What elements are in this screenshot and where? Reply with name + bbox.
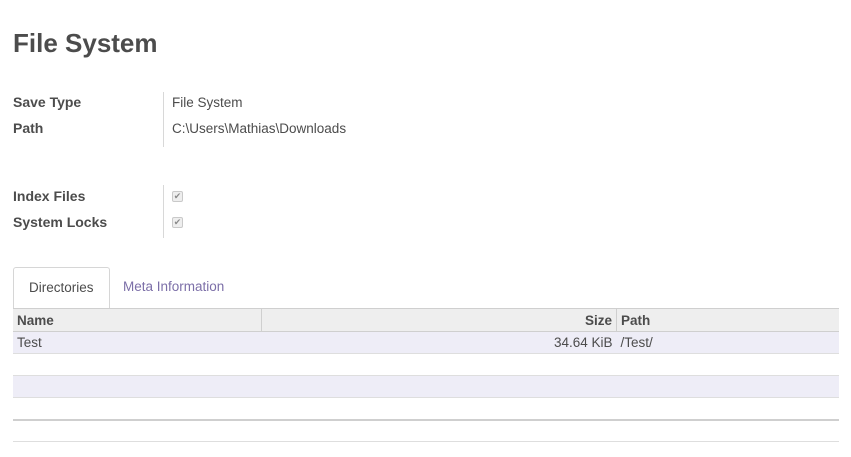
- directories-table: Name Size Path Test 34.64 KiB /Test/: [13, 308, 839, 442]
- path-label: Path: [13, 120, 44, 136]
- check-icon: ✔: [173, 216, 182, 227]
- field-index-files: Index Files ✔: [13, 183, 183, 209]
- notebook-tabs: Directories Meta Information: [13, 267, 839, 309]
- cell-path: /Test/: [616, 331, 839, 354]
- field-divider: [163, 185, 164, 238]
- table-row-empty: [13, 375, 839, 398]
- field-save-type: Save Type File System: [13, 89, 346, 115]
- check-icon: ✔: [173, 190, 182, 201]
- system-locks-checkbox[interactable]: ✔: [172, 216, 183, 228]
- system-locks-label: System Locks: [13, 214, 108, 230]
- path-value: C:\Users\Mathias\Downloads: [172, 120, 347, 136]
- field-divider: [163, 92, 164, 147]
- cell-size: 34.64 KiB: [261, 331, 617, 354]
- tab-directories[interactable]: Directories: [13, 267, 110, 309]
- index-files-checkbox[interactable]: ✔: [172, 190, 183, 202]
- save-type-value: File System: [172, 94, 243, 110]
- column-header-size[interactable]: Size: [261, 308, 617, 332]
- table-header-row: Name Size Path: [13, 308, 839, 332]
- form-view: File System Save Type File System Path C…: [0, 0, 851, 457]
- column-header-path[interactable]: Path: [616, 308, 839, 332]
- index-files-label: Index Files: [13, 188, 86, 204]
- page-title: File System: [13, 28, 158, 58]
- field-path: Path C:\Users\Mathias\Downloads: [13, 115, 346, 141]
- table-footer-row: [13, 419, 839, 442]
- tab-meta-information[interactable]: Meta Information: [108, 267, 239, 308]
- table-row[interactable]: Test 34.64 KiB /Test/: [13, 331, 839, 354]
- table-row-empty: [13, 397, 839, 421]
- flags-field-group: Index Files ✔ System Locks ✔: [13, 183, 183, 238]
- save-type-label: Save Type: [13, 94, 82, 110]
- column-header-name[interactable]: Name: [13, 308, 262, 332]
- table-row-empty: [13, 353, 839, 376]
- cell-name: Test: [13, 331, 262, 354]
- field-system-locks: System Locks ✔: [13, 209, 183, 235]
- storage-field-group: Save Type File System Path C:\Users\Math…: [13, 89, 346, 147]
